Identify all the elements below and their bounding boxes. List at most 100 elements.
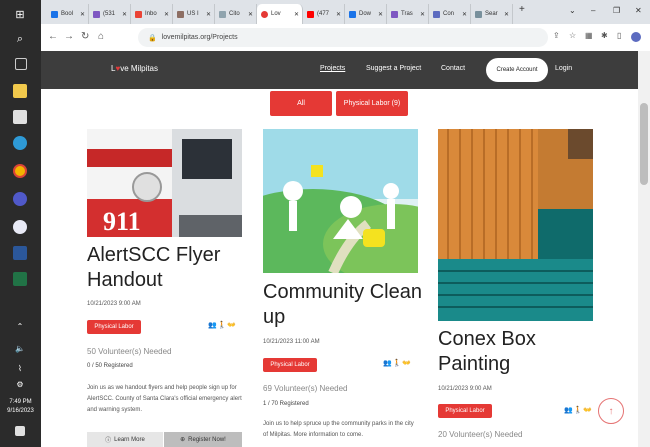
- address-bar[interactable]: 🔒 lovemilpitas.org/Projects: [138, 28, 548, 47]
- tab-label: US I: [187, 11, 199, 17]
- teams-icon[interactable]: [13, 192, 27, 206]
- volunteers-needed: 50 Volunteer(s) Needed: [87, 347, 172, 356]
- card-image-fire-truck[interactable]: 911: [87, 129, 242, 237]
- close-tab-icon[interactable]: ✕: [122, 11, 127, 18]
- extension-icon[interactable]: ▦: [585, 31, 593, 40]
- clock-date[interactable]: 9/16/2023: [0, 407, 41, 415]
- tab-label: (531: [103, 11, 116, 17]
- profile-icon[interactable]: [631, 32, 641, 42]
- tab-con[interactable]: Con ✕: [429, 4, 471, 24]
- close-tab-icon[interactable]: ✕: [206, 11, 211, 18]
- volume-icon[interactable]: 🔈: [13, 344, 27, 358]
- tab-search[interactable]: Sear ✕: [471, 4, 513, 24]
- close-tab-icon[interactable]: ✕: [378, 11, 383, 18]
- home-icon[interactable]: ⌂: [98, 31, 104, 42]
- edge-icon[interactable]: [13, 136, 27, 150]
- reload-icon[interactable]: ↻: [81, 31, 89, 42]
- share-icon[interactable]: ⇪: [553, 31, 560, 40]
- clock-time[interactable]: 7:49 PM: [0, 398, 41, 406]
- tab-us[interactable]: US I ✕: [173, 4, 215, 24]
- tab-label: (477: [317, 11, 330, 17]
- network-icon[interactable]: ⌇: [13, 364, 27, 378]
- tab-mail-1[interactable]: (531 ✕: [89, 4, 131, 24]
- puzzle-icon[interactable]: ✱: [601, 31, 608, 40]
- forward-icon[interactable]: →: [64, 31, 74, 42]
- url-text: lovemilpitas.org/Projects: [161, 34, 238, 41]
- windows-taskbar: ⊞ ⌕ ⌃ 🔈 ⌇ ⚙ 7:49 PM 9/16/2023: [0, 0, 41, 447]
- card-title[interactable]: AlertSCC Flyer Handout: [87, 243, 247, 293]
- tab-trash[interactable]: Tras ✕: [387, 4, 429, 24]
- logo-text: ve Milpitas: [120, 64, 158, 73]
- restore-icon[interactable]: ❐: [613, 6, 620, 15]
- tab-label: Bool: [61, 11, 74, 17]
- card-image-containers[interactable]: [438, 129, 593, 321]
- start-icon[interactable]: ⊞: [13, 8, 27, 22]
- button-label: Register Now!: [188, 436, 226, 443]
- create-account-button[interactable]: Create Account: [486, 58, 548, 82]
- tab-downloads[interactable]: Dow ✕: [345, 4, 387, 24]
- new-tab-icon[interactable]: +: [519, 4, 525, 15]
- lock-icon: 🔒: [148, 34, 157, 42]
- task-view-icon[interactable]: [15, 58, 27, 70]
- bookmark-star-icon[interactable]: ☆: [569, 31, 576, 40]
- tab-citation[interactable]: Cito ✕: [215, 4, 257, 24]
- filter-physical-labor-button[interactable]: Physical Labor (9): [336, 91, 408, 116]
- category-badge[interactable]: Physical Labor: [438, 404, 492, 418]
- excel-icon[interactable]: [13, 272, 27, 286]
- close-tab-icon[interactable]: ✕: [504, 11, 509, 18]
- site-icon: [177, 10, 184, 18]
- close-tab-icon[interactable]: ✕: [336, 11, 341, 18]
- nav-projects[interactable]: Projects: [320, 65, 345, 72]
- tab-search-chevron-icon[interactable]: ⌄: [569, 6, 576, 15]
- chrome-icon[interactable]: [13, 164, 27, 178]
- tab-youtube[interactable]: (477 ✕: [303, 4, 345, 24]
- star-icon: [51, 10, 58, 18]
- card-description: Join us as we handout flyers and help pe…: [87, 385, 242, 413]
- shipping-containers-image: [438, 129, 593, 321]
- card-title[interactable]: Community Clean up: [263, 280, 423, 330]
- tab-love-milpitas[interactable]: Lov ✕: [257, 4, 303, 24]
- close-tab-icon[interactable]: ✕: [248, 11, 253, 18]
- nav-suggest-project[interactable]: Suggest a Project: [366, 65, 421, 72]
- card-description: Join us to help spruce up the community …: [263, 421, 414, 438]
- site-logo[interactable]: L♥ve Milpitas: [111, 64, 158, 73]
- card-image-clean-up[interactable]: [213, 129, 463, 289]
- register-now-button[interactable]: ⊕ Register Now!: [164, 432, 242, 447]
- close-window-icon[interactable]: ✕: [635, 6, 642, 15]
- close-tab-icon[interactable]: ✕: [420, 11, 425, 18]
- site-header: L♥ve Milpitas Projects Suggest a Project…: [41, 51, 638, 89]
- search-icon[interactable]: ⌕: [13, 32, 27, 46]
- filter-all-button[interactable]: All: [270, 91, 332, 116]
- heart-icon: [261, 10, 268, 18]
- close-tab-icon[interactable]: ✕: [164, 11, 169, 18]
- mail-icon: [93, 10, 100, 18]
- nav-login[interactable]: Login: [555, 65, 572, 72]
- category-badge[interactable]: Physical Labor: [263, 358, 317, 372]
- tray-chevron-icon[interactable]: ⌃: [13, 322, 27, 336]
- close-tab-icon[interactable]: ✕: [80, 11, 85, 18]
- close-tab-icon[interactable]: ✕: [462, 11, 467, 18]
- minimize-icon[interactable]: –: [591, 6, 595, 15]
- scrollbar-thumb[interactable]: [640, 103, 648, 185]
- file-explorer-icon[interactable]: [13, 84, 27, 98]
- registered-count: 0 / 50 Registered: [87, 363, 133, 369]
- tab-gmail[interactable]: Inbo ✕: [131, 4, 173, 24]
- word-icon[interactable]: [13, 246, 27, 260]
- app-icon[interactable]: [13, 220, 27, 234]
- nav-contact[interactable]: Contact: [441, 65, 465, 72]
- settings-icon[interactable]: ⚙: [13, 380, 27, 394]
- browser-toolbar: ← → ↻ ⌂ 🔒 lovemilpitas.org/Projects ⇪ ☆ …: [41, 24, 650, 52]
- tab-bookmarks[interactable]: Bool ✕: [47, 4, 89, 24]
- notes-app-icon[interactable]: [13, 110, 27, 124]
- notification-icon[interactable]: [15, 426, 25, 436]
- learn-more-button[interactable]: ⓘ Learn More: [87, 432, 163, 447]
- back-icon[interactable]: ←: [48, 31, 58, 42]
- sidebar-icon[interactable]: ▯: [617, 31, 621, 40]
- close-tab-icon[interactable]: ✕: [294, 11, 299, 18]
- tab-label: Sear: [485, 11, 498, 17]
- tab-label: Dow: [359, 11, 372, 17]
- scroll-to-top-icon[interactable]: ↑: [598, 398, 624, 424]
- doc-icon: [219, 10, 226, 18]
- category-badge[interactable]: Physical Labor: [87, 320, 141, 334]
- card-title[interactable]: Conex Box Painting: [438, 327, 598, 377]
